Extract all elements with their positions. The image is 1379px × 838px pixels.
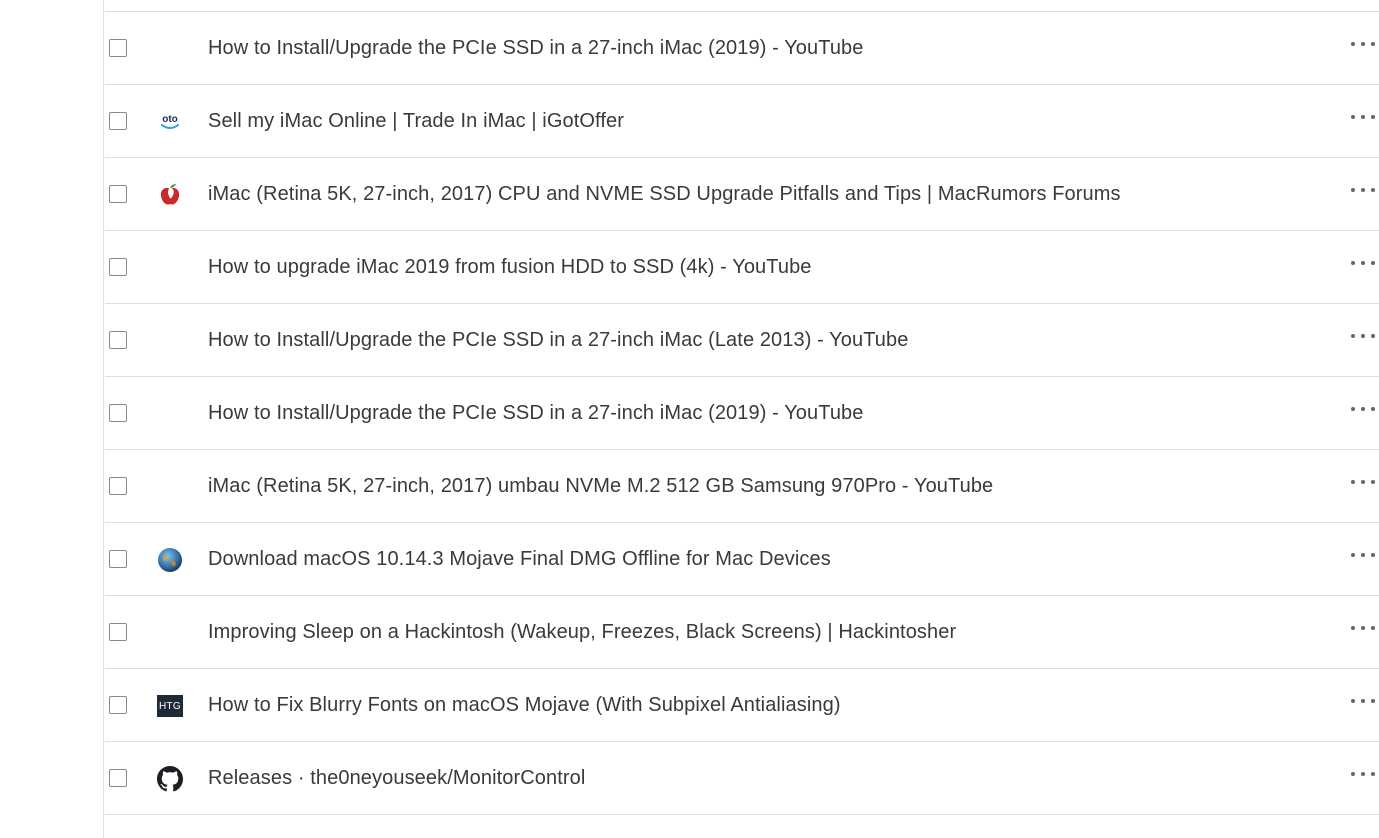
select-checkbox[interactable] [109,769,127,787]
bookmark-row[interactable]: Improving Sleep on a Hackintosh (Wakeup,… [105,596,1379,669]
select-checkbox[interactable] [109,112,127,130]
favicon-placeholder [157,328,183,354]
select-checkbox[interactable] [109,404,127,422]
bookmark-title[interactable]: iMac (Retina 5K, 27-inch, 2017) umbau NV… [208,475,993,498]
select-checkbox[interactable] [109,185,127,203]
select-checkbox[interactable] [109,39,127,57]
igotoffer-icon: oto [157,109,183,135]
bookmarks-page: How to Install/Upgrade the PCIe SSD in a… [0,0,1379,838]
bookmark-title[interactable]: Improving Sleep on a Hackintosh (Wakeup,… [208,621,956,644]
more-options-icon[interactable] [1351,691,1375,711]
more-options-icon[interactable] [1351,399,1375,419]
more-options-icon[interactable] [1351,34,1375,54]
bookmark-title[interactable]: iMac (Retina 5K, 27-inch, 2017) CPU and … [208,183,1121,206]
bookmark-row[interactable]: oto Sell my iMac Online | Trade In iMac … [105,85,1379,158]
more-options-icon[interactable] [1351,618,1375,638]
more-options-icon[interactable] [1351,472,1375,492]
bookmark-row[interactable]: HTG How to Fix Blurry Fonts on macOS Moj… [105,669,1379,742]
sidebar-gutter [0,0,104,838]
bookmark-row[interactable]: How to Install/Upgrade the PCIe SSD in a… [105,304,1379,377]
htg-logo-text: HTG [157,695,183,717]
bookmark-title[interactable]: How to Fix Blurry Fonts on macOS Mojave … [208,694,841,717]
more-options-icon[interactable] [1351,253,1375,273]
favicon-placeholder [157,401,183,427]
more-options-icon[interactable] [1351,107,1375,127]
select-checkbox[interactable] [109,696,127,714]
bookmark-row[interactable]: Releases · the0neyouseek/MonitorControl [105,742,1379,815]
bookmark-row[interactable]: Download macOS 10.14.3 Mojave Final DMG … [105,523,1379,596]
github-icon [157,766,183,792]
bookmark-title[interactable]: How to upgrade iMac 2019 from fusion HDD… [208,256,812,279]
select-checkbox[interactable] [109,550,127,568]
bookmark-row[interactable]: iMac (Retina 5K, 27-inch, 2017) umbau NV… [105,450,1379,523]
bookmark-title[interactable]: How to Install/Upgrade the PCIe SSD in a… [208,329,908,352]
select-checkbox[interactable] [109,623,127,641]
htg-icon: HTG [157,693,183,719]
favicon-placeholder [157,474,183,500]
igotoffer-logo-text: oto [162,114,178,125]
select-checkbox[interactable] [109,258,127,276]
more-options-icon[interactable] [1351,326,1375,346]
bookmark-row[interactable]: iMac (Retina 5K, 27-inch, 2017) CPU and … [105,158,1379,231]
more-options-icon[interactable] [1351,764,1375,784]
bookmark-title[interactable]: Releases · the0neyouseek/MonitorControl [208,767,585,790]
bookmark-row[interactable]: How to upgrade iMac 2019 from fusion HDD… [105,231,1379,304]
bookmark-title[interactable]: Sell my iMac Online | Trade In iMac | iG… [208,110,624,133]
favicon-placeholder [157,36,183,62]
bookmark-title[interactable]: How to Install/Upgrade the PCIe SSD in a… [208,402,864,425]
list-top-divider [105,0,1379,12]
bookmark-list: How to Install/Upgrade the PCIe SSD in a… [105,0,1379,815]
bookmark-row[interactable]: How to Install/Upgrade the PCIe SSD in a… [105,12,1379,85]
select-checkbox[interactable] [109,331,127,349]
bookmark-row[interactable]: How to Install/Upgrade the PCIe SSD in a… [105,377,1379,450]
select-checkbox[interactable] [109,477,127,495]
bookmark-title[interactable]: Download macOS 10.14.3 Mojave Final DMG … [208,548,831,571]
bookmark-title[interactable]: How to Install/Upgrade the PCIe SSD in a… [208,37,864,60]
mojave-globe-icon [157,547,183,573]
favicon-placeholder [157,255,183,281]
favicon-placeholder [157,620,183,646]
more-options-icon[interactable] [1351,180,1375,200]
macrumors-apple-icon [157,182,183,208]
more-options-icon[interactable] [1351,545,1375,565]
